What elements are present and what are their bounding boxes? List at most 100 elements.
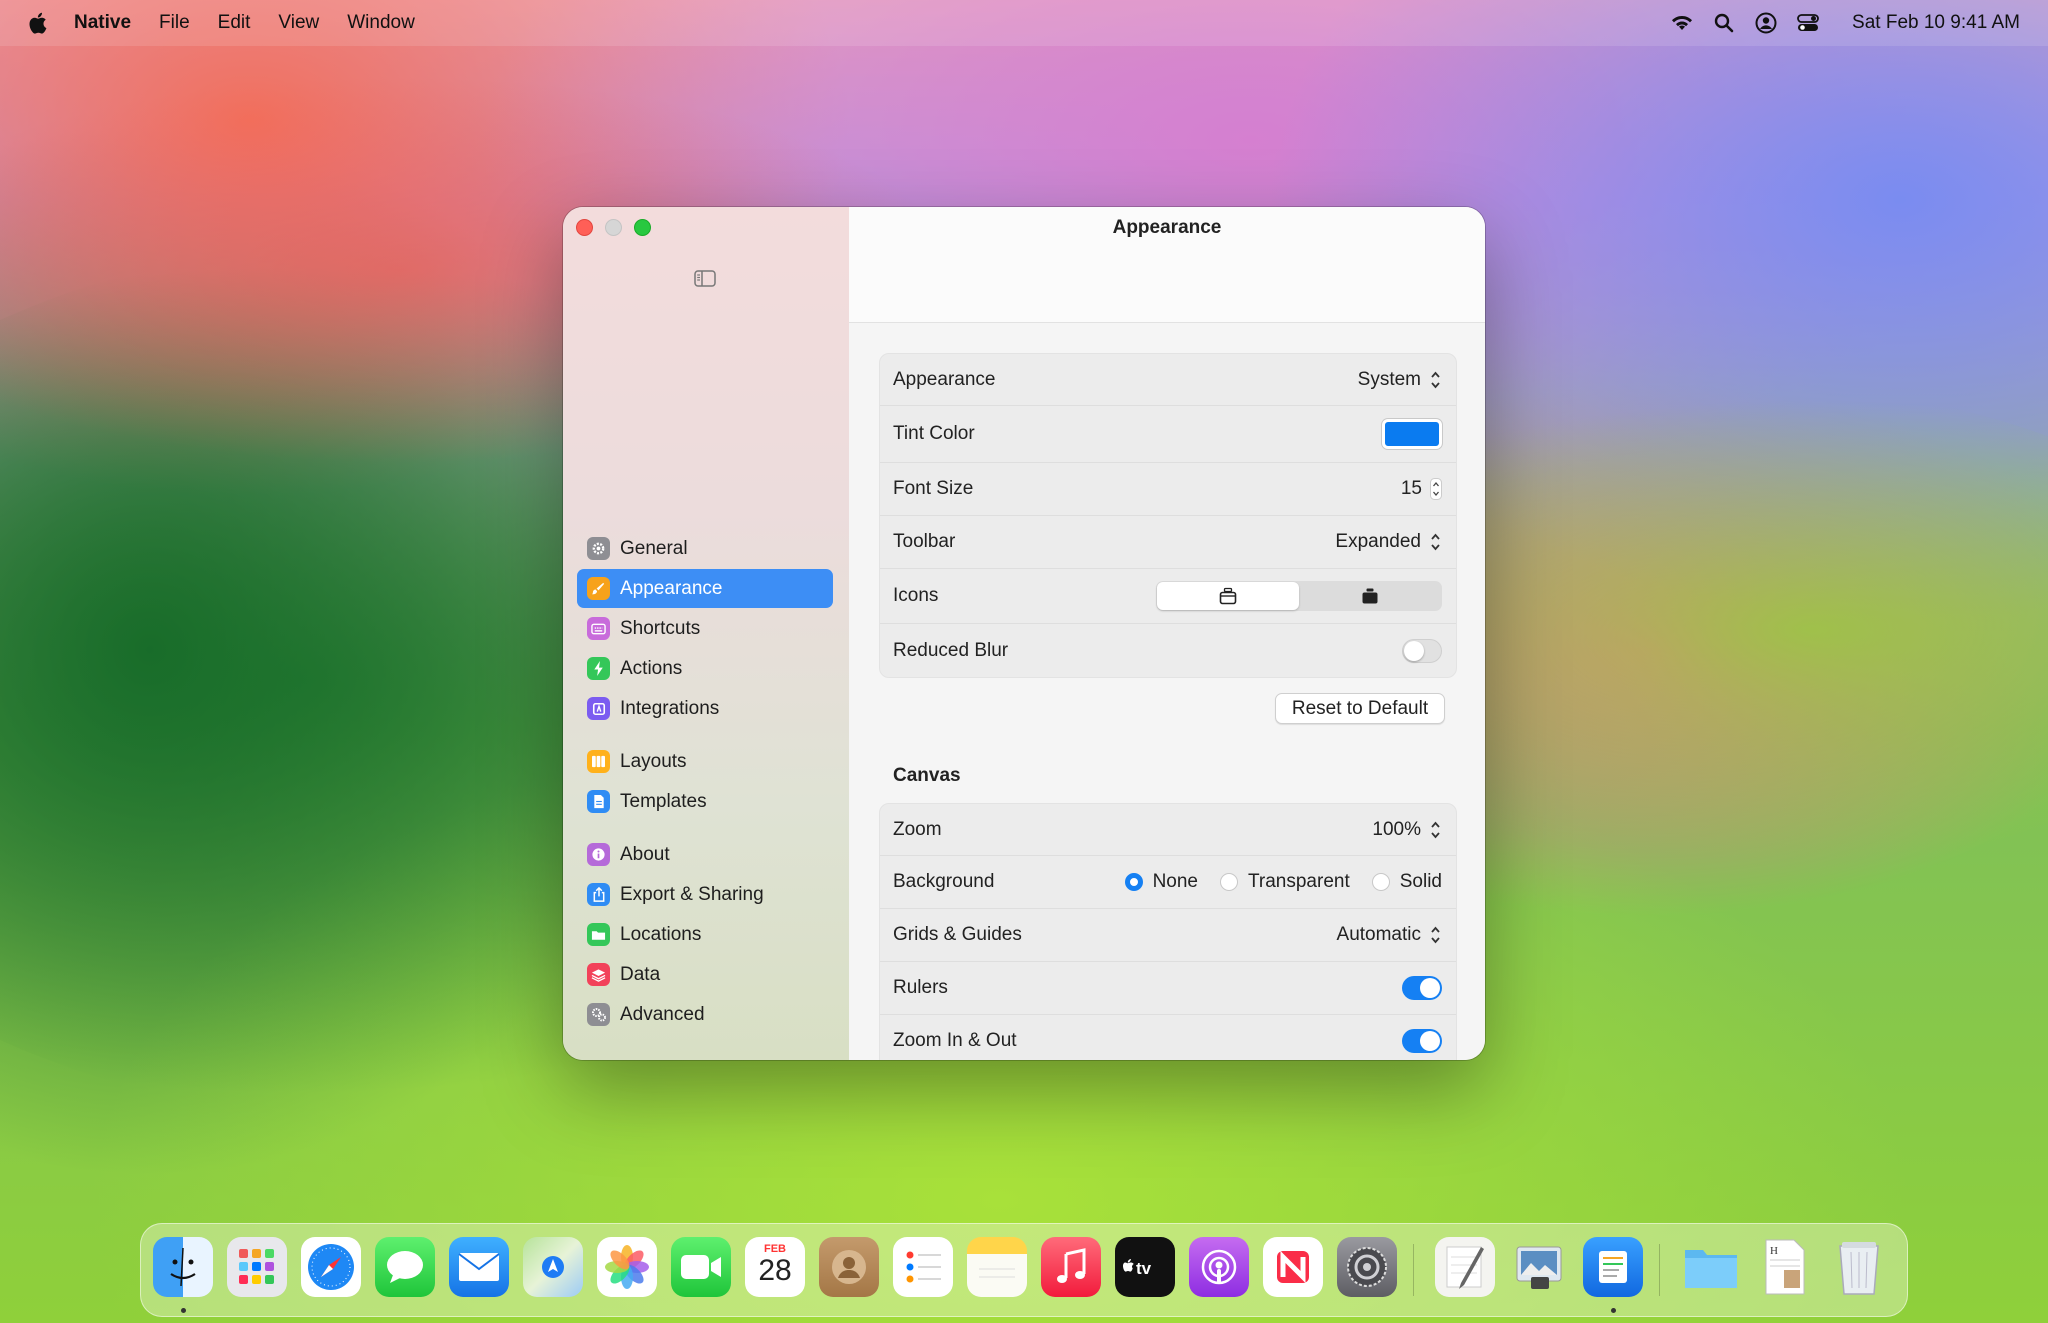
toolbar-label: Toolbar (893, 531, 956, 552)
control-center-icon[interactable] (1796, 12, 1820, 34)
sidebar-item-appearance[interactable]: Appearance (577, 569, 833, 608)
radio-label: None (1152, 871, 1198, 892)
sidebar-item-templates[interactable]: Templates (577, 782, 833, 821)
share-icon (587, 883, 610, 906)
dock-separator (1413, 1244, 1414, 1296)
zoom-popup[interactable]: 100% (1372, 819, 1442, 841)
appearance-row: Appearance System (880, 354, 1456, 406)
background-option-solid[interactable]: Solid (1371, 871, 1442, 893)
sidebar-item-actions[interactable]: Actions (577, 649, 833, 688)
reset-to-default-button[interactable]: Reset to Default (1275, 693, 1445, 724)
settings-content: Appearance Appearance System Tint Color … (849, 207, 1485, 1060)
sidebar-item-advanced[interactable]: Advanced (577, 995, 833, 1034)
folder-icon[interactable] (1681, 1237, 1741, 1297)
maps-icon[interactable] (523, 1237, 583, 1297)
background-option-transparent[interactable]: Transparent (1220, 871, 1350, 893)
menu-file[interactable]: File (159, 12, 190, 34)
menubar-clock[interactable]: Sat Feb 10 9:41 AM (1852, 12, 2020, 34)
sidebar-item-shortcuts[interactable]: Shortcuts (577, 609, 833, 648)
icons-segmented-control[interactable] (1156, 581, 1442, 611)
wifi-icon[interactable] (1670, 12, 1694, 34)
safari-icon[interactable] (301, 1237, 361, 1297)
zoom-window-button[interactable] (634, 219, 651, 236)
minimize-window-button[interactable] (605, 219, 622, 236)
preview-icon[interactable] (1509, 1237, 1569, 1297)
music-icon[interactable] (1041, 1237, 1101, 1297)
sidebar-toggle-icon[interactable] (694, 270, 716, 287)
facetime-icon[interactable] (671, 1237, 731, 1297)
app-menu-native[interactable]: Native (74, 12, 131, 34)
photos-icon[interactable] (597, 1237, 657, 1297)
nav-group: About Export & Sharing Locations Data Ad… (577, 835, 833, 1034)
menu-view[interactable]: View (278, 12, 319, 34)
reminders-icon[interactable] (893, 1237, 953, 1297)
background-option-none[interactable]: None (1124, 871, 1198, 893)
radio-button[interactable] (1220, 873, 1238, 891)
appearance-value: System (1357, 368, 1421, 390)
contacts-icon[interactable] (819, 1237, 879, 1297)
finder-icon[interactable] (153, 1237, 213, 1297)
font-size-value: 15 (1400, 478, 1422, 499)
chevron-up-down-icon (1431, 371, 1440, 388)
sidebar-item-locations[interactable]: Locations (577, 915, 833, 954)
notes-icon[interactable] (967, 1237, 1027, 1297)
system-settings-icon[interactable] (1337, 1237, 1397, 1297)
radio-button[interactable] (1371, 873, 1390, 891)
sidebar-item-export-sharing[interactable]: Export & Sharing (577, 875, 833, 914)
calendar-day: 28 (758, 1254, 792, 1287)
user-account-icon[interactable] (1754, 12, 1778, 34)
gears-icon (587, 1003, 610, 1026)
font-size-label: Font Size (893, 478, 974, 499)
grids-guides-popup[interactable]: Automatic (1337, 924, 1442, 946)
mail-icon[interactable] (449, 1237, 509, 1297)
textedit-document-icon[interactable]: H (1755, 1237, 1815, 1297)
grids-guides-label: Grids & Guides (893, 924, 1022, 945)
sidebar-item-label: Actions (620, 657, 683, 679)
radio-button[interactable] (1124, 873, 1143, 891)
sidebar-item-layouts[interactable]: Layouts (577, 742, 833, 781)
icons-segment-filled[interactable] (1299, 582, 1441, 610)
apple-menu-icon[interactable] (26, 11, 48, 35)
calendar-icon[interactable]: FEB 28 (745, 1237, 805, 1297)
close-window-button[interactable] (576, 219, 593, 236)
script-editor-icon[interactable] (1435, 1237, 1495, 1297)
native-app-icon[interactable] (1583, 1237, 1643, 1297)
toolbar-popup[interactable]: Expanded (1335, 531, 1442, 553)
tint-color-well[interactable] (1382, 419, 1442, 449)
dock-separator (1659, 1244, 1660, 1296)
tint-color-label: Tint Color (893, 423, 975, 444)
podcasts-icon[interactable] (1189, 1237, 1249, 1297)
toolbar-row: Toolbar Expanded (880, 516, 1456, 569)
messages-icon[interactable] (375, 1237, 435, 1297)
window-titlebar: Appearance (849, 207, 1485, 323)
sidebar: General Appearance Shortcuts Actions Int… (563, 207, 850, 1060)
icons-segment-outline[interactable] (1157, 582, 1299, 610)
sidebar-item-general[interactable]: General (577, 529, 833, 568)
radio-label: Solid (1399, 871, 1442, 892)
zoom-in-out-toggle[interactable] (1402, 1029, 1442, 1053)
rulers-toggle[interactable] (1402, 976, 1442, 1000)
background-radio-group: None Transparent Solid (1124, 871, 1442, 893)
sidebar-item-integrations[interactable]: Integrations (577, 689, 833, 728)
sidebar-item-data[interactable]: Data (577, 955, 833, 994)
menu-edit[interactable]: Edit (218, 12, 251, 34)
launchpad-icon[interactable] (227, 1237, 287, 1297)
spotlight-search-icon[interactable] (1712, 12, 1736, 34)
trash-icon[interactable] (1829, 1237, 1889, 1297)
font-size-stepper[interactable]: 15 (1401, 478, 1442, 500)
sidebar-item-label: Integrations (620, 697, 720, 719)
sidebar-nav: General Appearance Shortcuts Actions Int… (577, 529, 833, 1048)
filled-icon (1362, 588, 1378, 604)
menu-window[interactable]: Window (347, 12, 415, 34)
stepper-arrows-icon[interactable] (1430, 478, 1442, 500)
reduced-blur-toggle[interactable] (1402, 638, 1442, 663)
sidebar-item-label: General (620, 537, 688, 559)
window-controls (576, 219, 651, 236)
sidebar-item-about[interactable]: About (577, 835, 833, 874)
chevron-up-down-icon (1431, 533, 1440, 551)
appearance-popup[interactable]: System (1358, 369, 1442, 391)
news-icon[interactable] (1263, 1237, 1323, 1297)
tint-color-row: Tint Color (880, 406, 1456, 463)
apple-tv-icon[interactable]: tv (1115, 1237, 1175, 1297)
canvas-settings-group: Zoom 100% Background None Transparent So… (879, 803, 1457, 1060)
